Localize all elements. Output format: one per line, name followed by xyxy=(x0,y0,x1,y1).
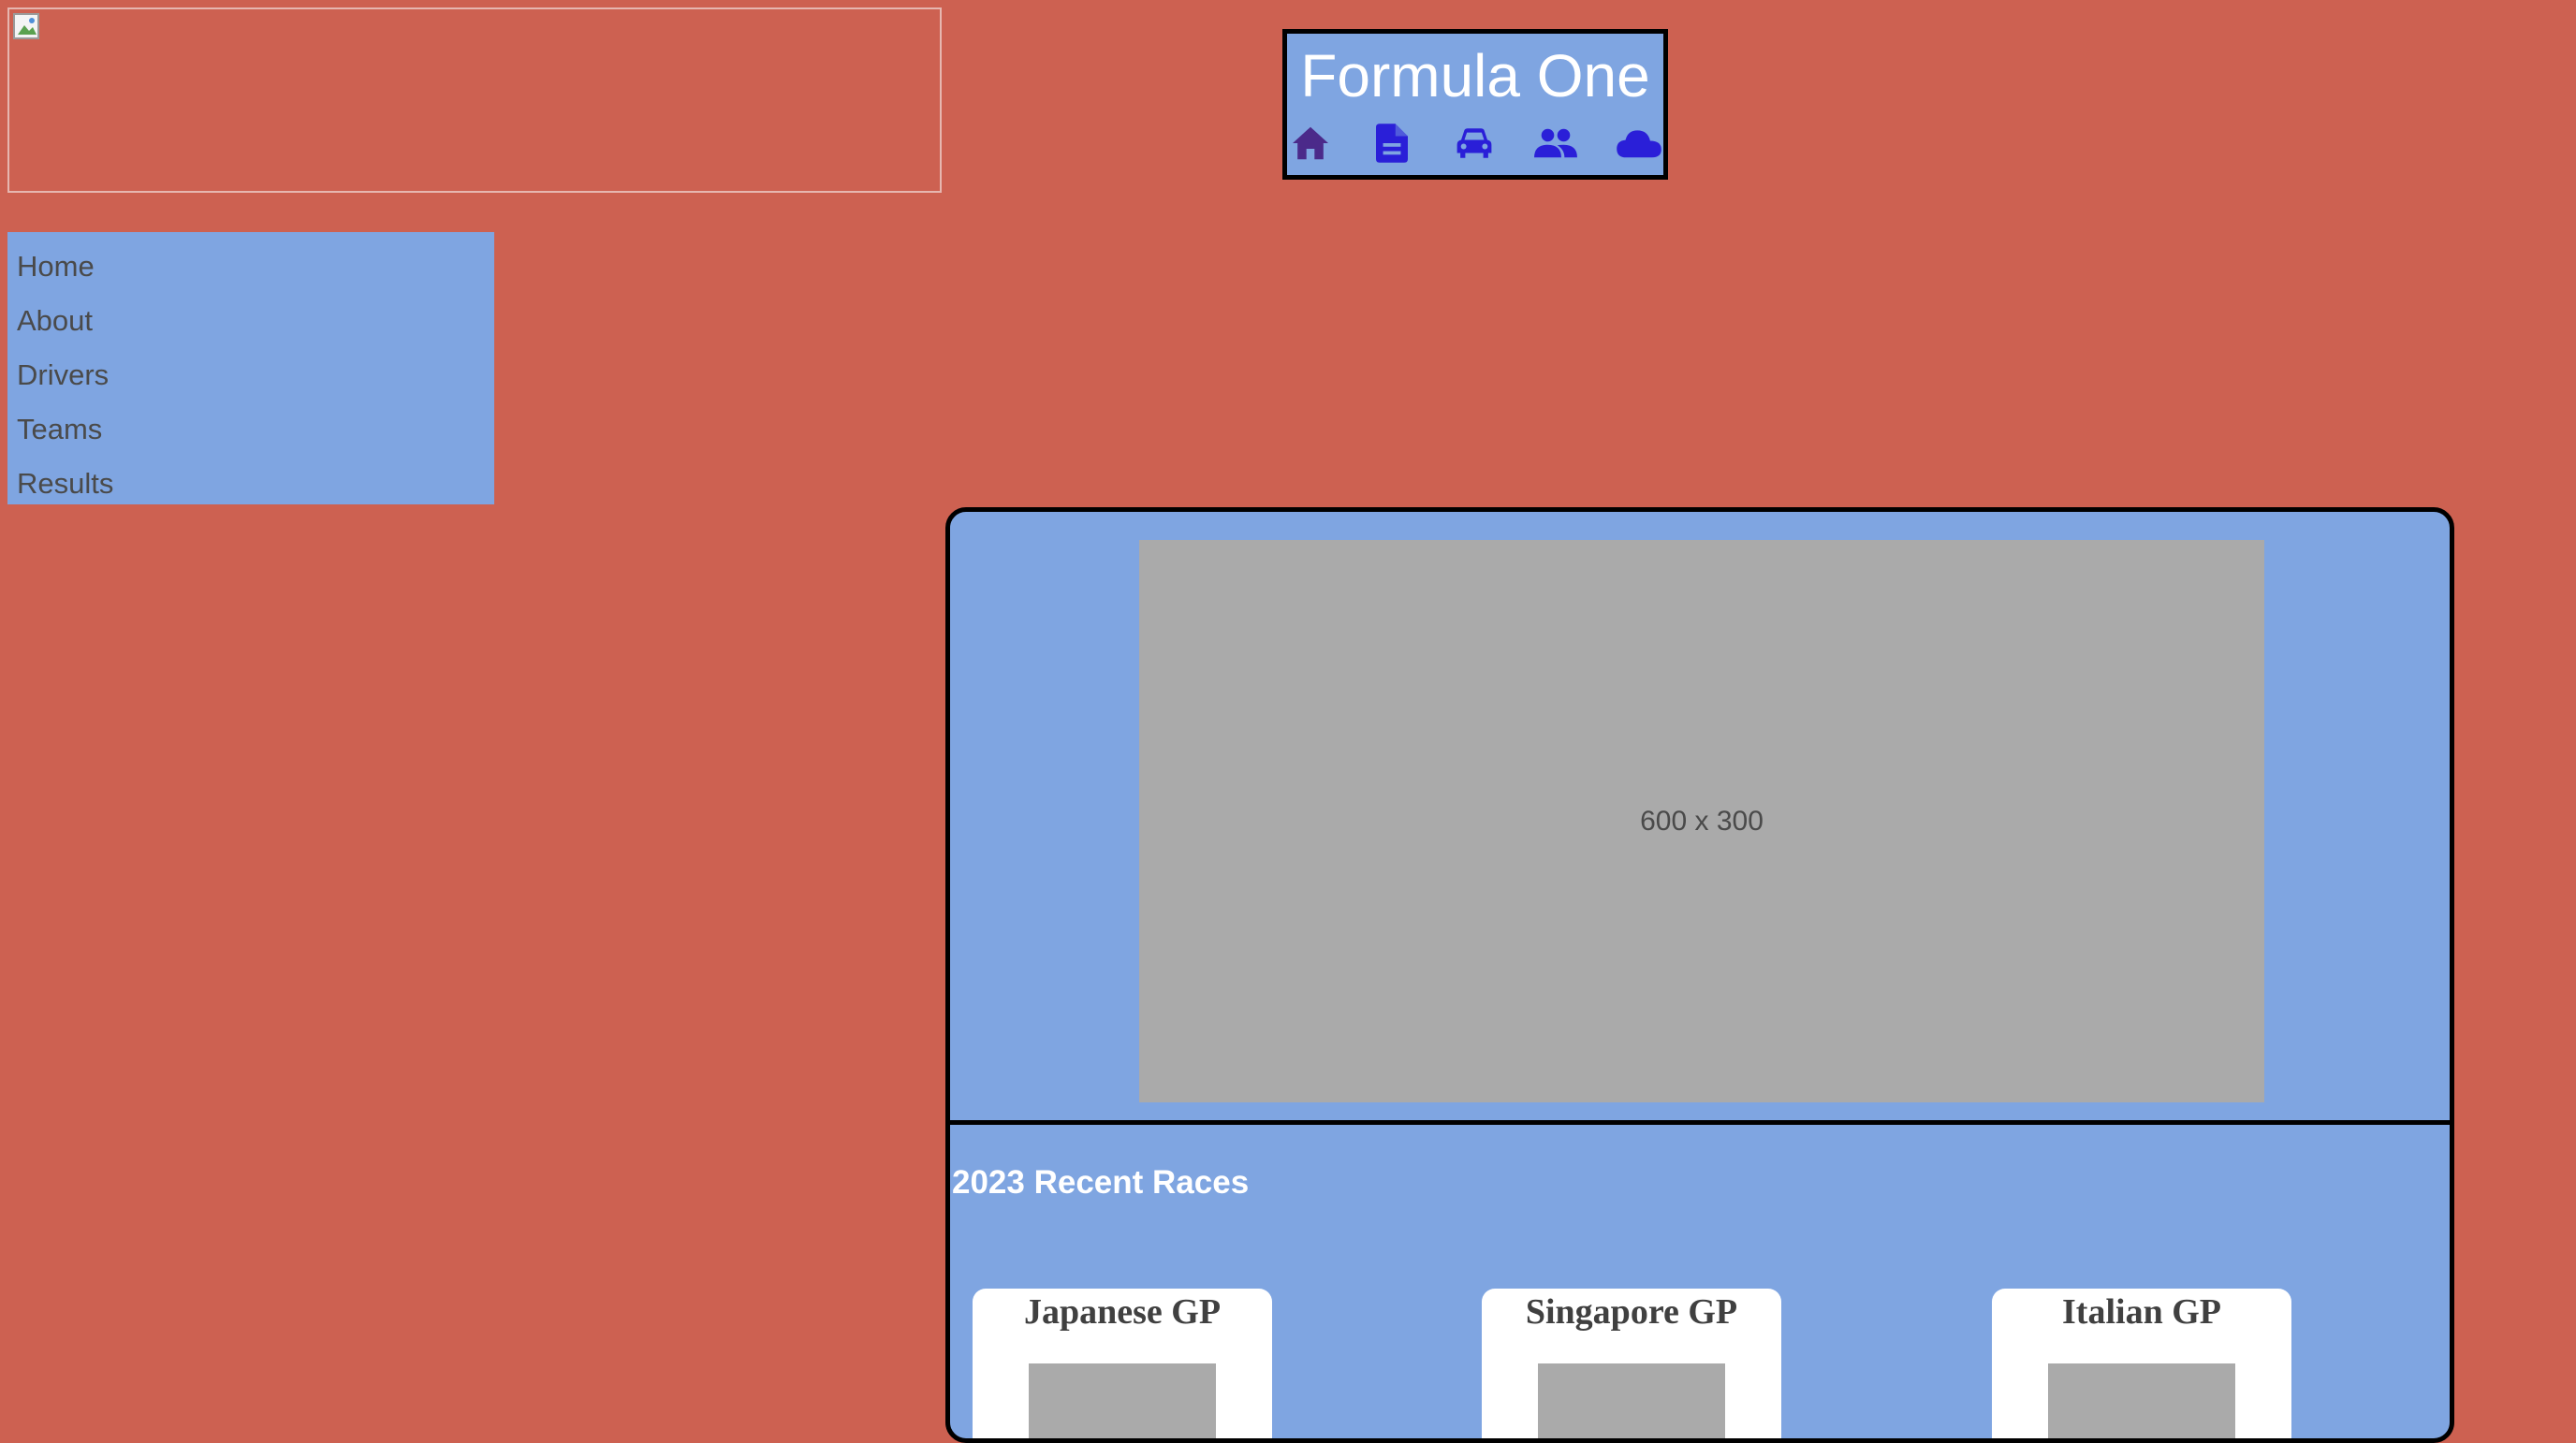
sidebar-item-results[interactable]: Results xyxy=(7,457,494,511)
race-card-japanese-gp[interactable]: Japanese GP xyxy=(973,1289,1272,1438)
sidebar-item-drivers[interactable]: Drivers xyxy=(7,348,494,402)
race-card-singapore-gp[interactable]: Singapore GP xyxy=(1482,1289,1781,1438)
people-icon[interactable] xyxy=(1533,122,1580,165)
home-icon[interactable] xyxy=(1287,122,1334,165)
logo-image xyxy=(7,7,942,193)
race-card-title: Japanese GP xyxy=(1023,1292,1222,1332)
sidebar-item-home[interactable]: Home xyxy=(7,240,494,294)
race-card-thumbnail xyxy=(2048,1363,2235,1438)
car-icon[interactable] xyxy=(1451,122,1498,165)
race-card-title: Singapore GP xyxy=(1525,1292,1738,1332)
hero-section: 600 x 300 xyxy=(950,512,2450,1125)
race-card-thumbnail xyxy=(1538,1363,1725,1438)
recent-races-heading: 2023 Recent Races xyxy=(952,1164,1250,1201)
sidebar-item-about[interactable]: About xyxy=(7,294,494,348)
race-card-title: Italian GP xyxy=(2062,1292,2221,1332)
race-card-italian-gp[interactable]: Italian GP xyxy=(1992,1289,2291,1438)
document-icon[interactable] xyxy=(1369,122,1416,165)
site-title: Formula One xyxy=(1300,42,1650,109)
cloud-icon[interactable] xyxy=(1615,122,1663,165)
main-content: 600 x 300 2023 Recent Races Japanese GP … xyxy=(945,507,2454,1443)
sidebar-nav: Home About Drivers Teams Results xyxy=(7,232,494,504)
site-header: Formula One xyxy=(1282,29,1668,180)
sidebar-item-teams[interactable]: Teams xyxy=(7,402,494,457)
header-icon-bar xyxy=(1287,122,1663,165)
hero-placeholder-image: 600 x 300 xyxy=(1139,540,2264,1102)
race-card-thumbnail xyxy=(1029,1363,1216,1438)
broken-image-icon xyxy=(13,13,39,39)
